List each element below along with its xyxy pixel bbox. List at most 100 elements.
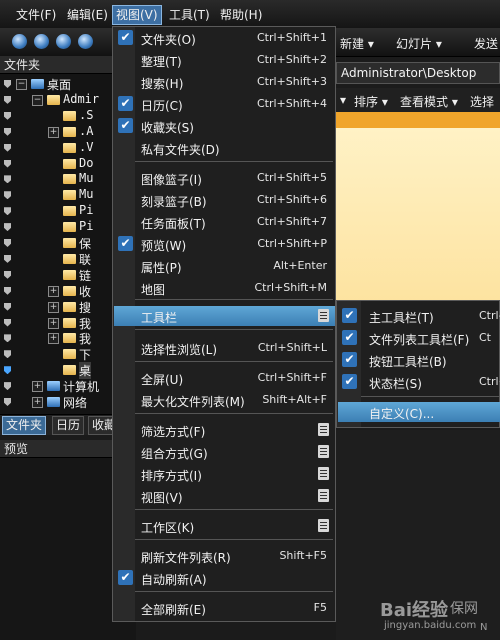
pin-icon[interactable]: [4, 143, 11, 152]
expand-icon[interactable]: +: [48, 333, 59, 345]
expand-icon[interactable]: +: [48, 317, 59, 329]
view-menu-item-9[interactable]: ✔ 预览(W) Ctrl+Shift+P: [118, 234, 335, 254]
view-menu-item-3[interactable]: ✔ 日历(C) Ctrl+Shift+4: [118, 94, 335, 114]
file-list-area[interactable]: [336, 112, 500, 302]
view-menu-item-12[interactable]: 工具栏: [114, 306, 335, 326]
pin-icon[interactable]: [4, 175, 11, 184]
tree-item-label[interactable]: 下: [79, 346, 91, 363]
tree-item-label[interactable]: 我: [79, 315, 91, 332]
collapse-icon[interactable]: −: [16, 79, 27, 90]
expand-icon[interactable]: +: [48, 301, 59, 313]
pin-icon[interactable]: [4, 254, 11, 263]
expand-icon[interactable]: +: [48, 285, 59, 297]
pin-icon[interactable]: [4, 350, 11, 359]
select-button[interactable]: 选择: [470, 93, 494, 110]
pin-icon[interactable]: [4, 398, 11, 406]
view-menu-item-19[interactable]: 视图(V): [135, 486, 335, 506]
tree-item-label[interactable]: 链: [79, 267, 91, 284]
tree-item-label[interactable]: 桌面: [47, 76, 71, 93]
view-menu-item-15[interactable]: 最大化文件列表(M) Shift+Alt+F: [135, 390, 335, 410]
pin-icon[interactable]: [4, 223, 11, 232]
tree-item-label[interactable]: .V: [79, 140, 93, 154]
view-menu-item-6[interactable]: 图像篮子(I) Ctrl+Shift+5: [135, 168, 335, 188]
tree-item-label[interactable]: .A: [79, 124, 93, 138]
pin-icon[interactable]: [4, 334, 11, 343]
file-list-dropdown[interactable]: ▾: [340, 93, 346, 107]
tab-folders[interactable]: 文件夹: [2, 416, 47, 435]
menu-view[interactable]: 视图(V): [112, 5, 162, 25]
pin-icon[interactable]: [4, 159, 11, 168]
tree-item-label[interactable]: Admir: [63, 92, 99, 106]
view-menu-item-5[interactable]: 私有文件夹(D): [135, 138, 335, 158]
pin-icon[interactable]: [4, 191, 11, 200]
tree-item-label[interactable]: Do: [79, 156, 93, 170]
tree-item-label[interactable]: .S: [79, 108, 93, 122]
view-menu-item-14[interactable]: 全屏(U) Ctrl+Shift+F: [135, 368, 335, 388]
tree-item-label[interactable]: Pi: [79, 203, 93, 217]
menu-file[interactable]: 文件(F): [13, 6, 59, 24]
tree-item-label[interactable]: 计算机: [63, 378, 99, 395]
expand-icon[interactable]: +: [48, 126, 59, 138]
tree-item-label[interactable]: 保: [79, 235, 91, 252]
pin-icon[interactable]: [4, 382, 11, 391]
toolbar-slideshow[interactable]: 幻灯片 ▾: [396, 35, 442, 52]
pin-icon[interactable]: [4, 302, 11, 311]
address-bar[interactable]: Administrator\Desktop: [336, 62, 500, 84]
menu-help[interactable]: 帮助(H): [217, 6, 265, 24]
toolbar-send[interactable]: 发送: [474, 35, 498, 52]
view-menu-item-20[interactable]: 工作区(K): [135, 516, 335, 536]
view-menu-item-17[interactable]: 组合方式(G): [135, 442, 335, 462]
pin-icon[interactable]: [4, 286, 11, 295]
view-menu-item-2[interactable]: 搜索(H) Ctrl+Shift+3: [135, 72, 335, 92]
view-mode-button[interactable]: 查看模式 ▾: [400, 93, 458, 110]
view-menu-item-11[interactable]: 地图 Ctrl+Shift+M: [135, 278, 335, 298]
view-menu-item-1[interactable]: 整理(T) Ctrl+Shift+2: [135, 50, 335, 70]
tab-calendar[interactable]: 日历: [52, 416, 85, 435]
expand-icon[interactable]: +: [32, 381, 43, 393]
pin-icon[interactable]: [4, 270, 11, 279]
view-menu-item-13[interactable]: 选择性浏览(L) Ctrl+Shift+L: [135, 338, 335, 358]
tree-item-label[interactable]: 桌: [79, 362, 92, 380]
view-menu-item-23[interactable]: 全部刷新(E) F5: [135, 598, 335, 618]
toolbar-submenu-item-0[interactable]: ✔ 主工具栏(T) Ctrl-: [342, 306, 500, 326]
pin-active-icon[interactable]: [4, 366, 11, 375]
pin-icon[interactable]: [4, 318, 11, 327]
tree-item-label[interactable]: Mu: [79, 187, 93, 201]
toolbar-new[interactable]: 新建 ▾: [340, 35, 374, 52]
up-icon[interactable]: [78, 34, 93, 49]
pin-icon[interactable]: [4, 207, 11, 216]
tree-item-label[interactable]: 收: [79, 283, 91, 300]
pin-icon[interactable]: [4, 80, 11, 88]
forward-icon[interactable]: [56, 34, 71, 49]
toolbar-submenu-item-4[interactable]: 自定义(C)...: [338, 402, 500, 422]
toolbar-submenu-item-2[interactable]: ✔ 按钮工具栏(B): [342, 350, 500, 370]
view-menu-item-4[interactable]: ✔ 收藏夹(S): [118, 116, 335, 136]
pin-icon[interactable]: [4, 95, 11, 104]
pin-icon[interactable]: [4, 127, 11, 136]
tree-item-label[interactable]: 我: [79, 330, 91, 347]
pin-icon[interactable]: [4, 239, 11, 247]
view-menu-item-21[interactable]: 刷新文件列表(R) Shift+F5: [135, 546, 335, 566]
view-menu-item-7[interactable]: 刻录篮子(B) Ctrl+Shift+6: [135, 190, 335, 210]
menu-edit[interactable]: 编辑(E): [64, 6, 111, 24]
sort-button[interactable]: 排序 ▾: [354, 93, 388, 110]
home-icon[interactable]: [12, 34, 27, 49]
view-menu-item-0[interactable]: ✔ 文件夹(O) Ctrl+Shift+1: [118, 28, 335, 48]
view-menu-item-22[interactable]: ✔ 自动刷新(A): [118, 568, 335, 588]
tree-item-label[interactable]: Pi: [79, 219, 93, 233]
tree-item-label[interactable]: 联: [79, 251, 91, 268]
toolbar-submenu-item-1[interactable]: ✔ 文件列表工具栏(F) Ct: [342, 328, 500, 348]
view-menu-item-16[interactable]: 筛选方式(F): [135, 420, 335, 440]
tree-item-label[interactable]: Mu: [79, 171, 93, 185]
back-icon[interactable]: [34, 34, 49, 49]
toolbar-submenu-item-3[interactable]: ✔ 状态栏(S) Ctrl+: [342, 372, 500, 392]
menu-tools[interactable]: 工具(T): [166, 6, 213, 24]
collapse-icon[interactable]: −: [32, 94, 43, 106]
view-menu-item-8[interactable]: 任务面板(T) Ctrl+Shift+7: [135, 212, 335, 232]
tree-item-label[interactable]: 搜: [79, 299, 91, 316]
pin-icon[interactable]: [4, 111, 11, 120]
expand-icon[interactable]: +: [32, 397, 43, 408]
view-menu-item-10[interactable]: 属性(P) Alt+Enter: [135, 256, 335, 276]
tree-item-label[interactable]: 网络: [63, 394, 87, 411]
view-menu-item-18[interactable]: 排序方式(I): [135, 464, 335, 484]
